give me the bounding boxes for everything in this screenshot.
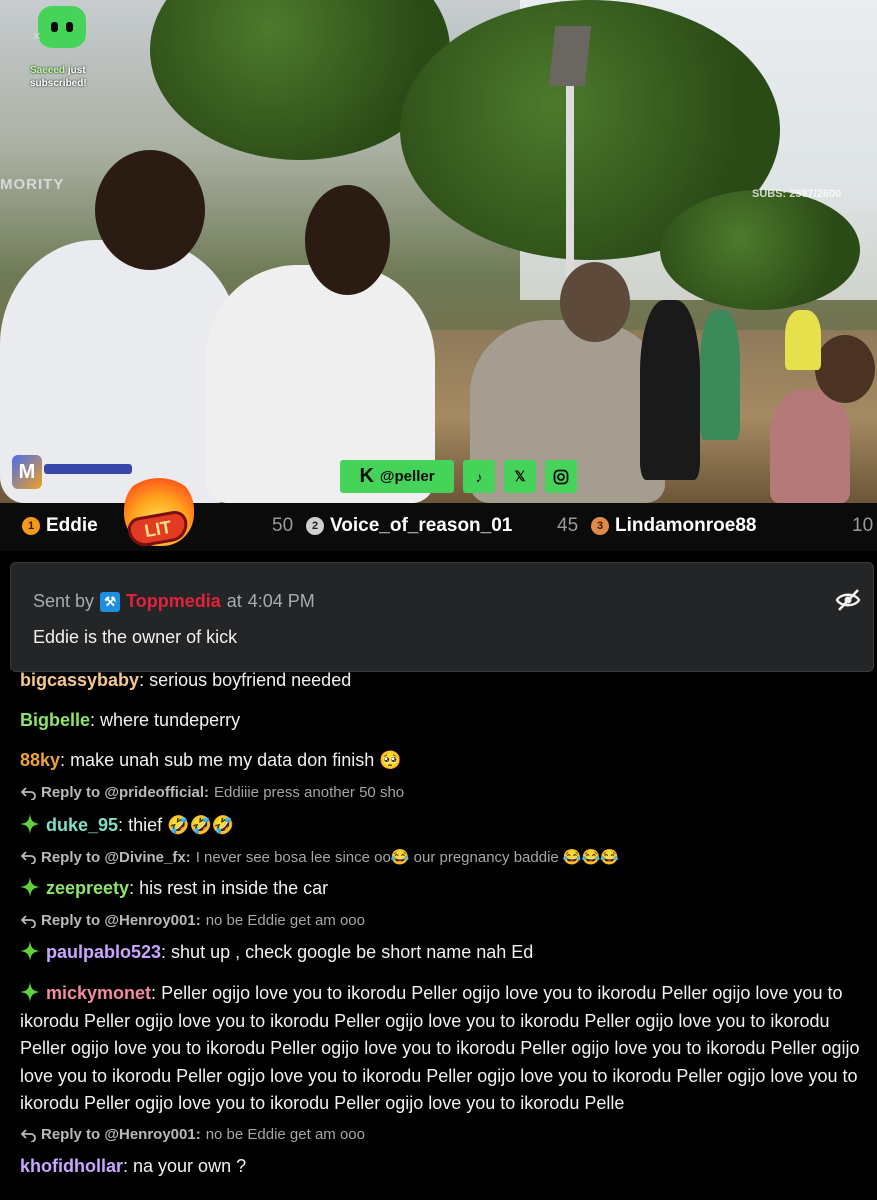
stream-video[interactable]: ✕ Saeeed just subscribed! MORITY SUBS: 2… xyxy=(0,0,877,503)
pinned-sender[interactable]: Toppmedia xyxy=(126,591,221,612)
reply-label: Reply to xyxy=(41,1126,101,1143)
leaderboard-points: 45 xyxy=(557,515,579,536)
chat-message: 88ky: make unah sub me my data don finis… xyxy=(20,750,402,770)
lit-fire-sticker: LIT xyxy=(118,474,200,560)
chat-message: paulpablo523: shut up , check google be … xyxy=(20,939,870,967)
x-icon[interactable]: 𝕏 xyxy=(504,460,536,493)
reply-context[interactable]: Reply to @prideofficial: Eddiiie press a… xyxy=(20,784,404,801)
reply-arrow-icon xyxy=(20,914,36,928)
m-logo-icon: M xyxy=(12,455,42,489)
chat-text: his rest in inside the car xyxy=(139,878,329,898)
chat-username[interactable]: paulpablo523 xyxy=(46,942,161,962)
leaderboard-entry-2: 2 Voice_of_reason_01 xyxy=(306,515,512,537)
reply-label: Reply to xyxy=(41,912,101,929)
leaderboard-points: 50 xyxy=(272,515,294,536)
chat-message: zeepreety: his rest in inside the car xyxy=(20,875,870,903)
reply-arrow-icon xyxy=(20,851,36,864)
chat-username[interactable]: bigcassybaby xyxy=(20,670,139,690)
leaderboard-name: Eddie xyxy=(46,515,98,536)
rank-3-icon: 3 xyxy=(591,517,609,535)
reply-target: @Divine_fx: xyxy=(104,848,191,866)
sent-by-label: Sent by xyxy=(33,591,95,611)
person-head xyxy=(95,150,205,270)
tiktok-icon[interactable]: ♪ xyxy=(463,460,495,493)
chat-message: khofidhollar: na your own ? xyxy=(20,1156,247,1176)
person xyxy=(700,310,740,440)
person-head xyxy=(560,262,630,342)
rank-2-icon: 2 xyxy=(306,517,324,535)
leaderboard-points: 10 xyxy=(852,515,874,536)
social-links: K @peller ♪ 𝕏 xyxy=(340,460,577,493)
chat-message: Bigbelle: where tundeperry xyxy=(20,710,241,730)
chat-message: mickymonet: Peller ogijo love you to iko… xyxy=(20,982,860,1113)
chat-username[interactable]: Bigbelle xyxy=(20,710,90,730)
reply-context[interactable]: Reply to @Divine_fx: I never see bosa le… xyxy=(20,848,619,866)
person-head xyxy=(305,185,390,295)
chat-username[interactable]: khofidhollar xyxy=(20,1156,123,1176)
logo-banner xyxy=(44,464,132,474)
chat-username[interactable]: duke_95 xyxy=(46,815,118,835)
reply-context[interactable]: Reply to @Henroy001: no be Eddie get am … xyxy=(20,912,365,929)
watermark: MORITY xyxy=(0,176,65,193)
pinned-message: Sent by ⚒ Toppmedia at 4:04 PM Eddie is … xyxy=(10,562,874,672)
sparkle-icon xyxy=(20,941,40,961)
reply-arrow-icon xyxy=(20,786,36,800)
sparkle-icon xyxy=(20,814,40,834)
person xyxy=(640,300,700,480)
leaderboard-entry-1: 1 Eddie xyxy=(22,515,98,537)
reply-context[interactable]: Reply to @Henroy001: no be Eddie get am … xyxy=(20,1126,365,1143)
chat-username[interactable]: mickymonet xyxy=(46,983,151,1003)
person xyxy=(785,310,821,370)
kick-bot-icon xyxy=(38,6,86,48)
chat-text: na your own ? xyxy=(133,1156,247,1176)
chat-text: shut up , check google be short name nah… xyxy=(171,942,534,962)
hide-pinned-icon[interactable] xyxy=(835,587,861,613)
leaderboard-name: Voice_of_reason_01 xyxy=(330,515,513,536)
chat-text: thief 🤣🤣🤣 xyxy=(128,815,235,835)
moderator-badge-icon: ⚒ xyxy=(100,591,121,612)
instagram-icon[interactable] xyxy=(545,460,577,493)
sparkle-icon xyxy=(20,877,40,897)
subscriber-name: Saeeed xyxy=(30,65,66,76)
leaderboard-name: Lindamonroe88 xyxy=(615,515,757,536)
pinned-time: 4:04 PM xyxy=(247,591,315,611)
chat-message: bigcassybaby: serious boyfriend needed xyxy=(20,670,352,690)
kick-handle-badge[interactable]: K @peller xyxy=(340,460,454,493)
reply-text: I never see bosa lee since oo😂 our pregn… xyxy=(195,849,619,866)
leaderboard-entry-3: 3 Lindamonroe88 xyxy=(591,515,756,537)
close-icon: ✕ xyxy=(32,31,42,43)
reply-text: no be Eddie get am ooo xyxy=(205,1126,365,1143)
reply-label: Reply to xyxy=(41,784,101,801)
reply-text: no be Eddie get am ooo xyxy=(205,912,365,929)
pinned-text: Eddie is the owner of kick xyxy=(33,627,238,647)
chat-text: make unah sub me my data don finish 🥺 xyxy=(70,750,402,770)
lamp xyxy=(548,26,592,86)
subscription-alert: Saeeed just subscribed! xyxy=(30,64,110,90)
tree xyxy=(660,190,860,310)
social-handle: @peller xyxy=(379,468,435,485)
reply-arrow-icon xyxy=(20,1128,36,1142)
pinned-meta: Sent by ⚒ Toppmedia at 4:04 PM xyxy=(33,591,315,612)
person xyxy=(770,390,850,503)
reply-label: Reply to xyxy=(41,848,101,866)
subs-counter: SUBS: 2587/2600 xyxy=(752,188,842,200)
reply-text: Eddiiie press another 50 sho xyxy=(214,784,405,801)
chat-message: duke_95: thief 🤣🤣🤣 xyxy=(20,812,870,840)
rank-1-icon: 1 xyxy=(22,517,40,535)
at-label: at xyxy=(226,591,242,611)
chat-username[interactable]: 88ky xyxy=(20,750,60,770)
chat-text: where tundeperry xyxy=(100,710,241,730)
sparkle-icon xyxy=(20,982,40,1002)
reply-target: @Henroy001: xyxy=(104,912,201,929)
kick-icon: K xyxy=(359,465,374,487)
chat-username[interactable]: zeepreety xyxy=(46,878,129,898)
person-head xyxy=(815,335,875,403)
chat-text: serious boyfriend needed xyxy=(149,670,352,690)
reply-target: @Henroy001: xyxy=(104,1126,201,1143)
reply-target: @prideofficial: xyxy=(104,784,209,801)
